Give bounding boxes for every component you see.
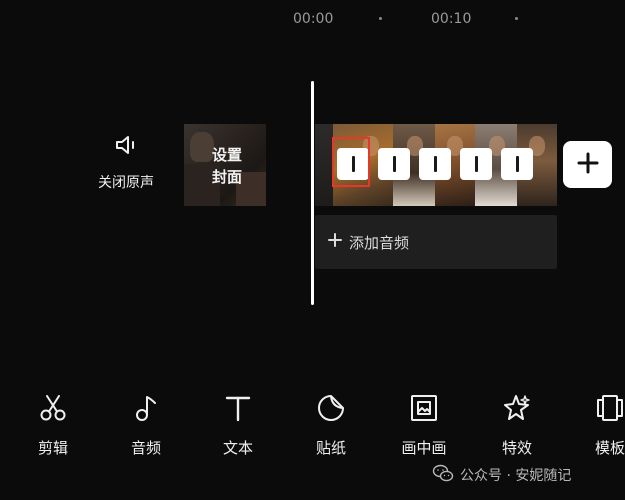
clip-split-handle[interactable] bbox=[378, 148, 410, 180]
scissors-icon bbox=[38, 393, 68, 427]
picture-in-picture-icon bbox=[409, 393, 439, 427]
tool-label: 剪辑 bbox=[37, 439, 68, 457]
clip-split-handle[interactable] bbox=[501, 148, 533, 180]
add-clip-button[interactable] bbox=[563, 141, 612, 188]
playhead[interactable] bbox=[311, 81, 314, 305]
tool-audio[interactable]: 音频 bbox=[114, 393, 178, 463]
mute-original-button[interactable]: 关闭原声 bbox=[84, 132, 168, 202]
music-note-icon bbox=[131, 393, 161, 427]
mute-original-label: 关闭原声 bbox=[98, 175, 154, 191]
tool-label: 模板 bbox=[594, 439, 625, 457]
tool-label: 音频 bbox=[130, 439, 161, 457]
text-icon bbox=[223, 393, 253, 427]
set-cover-button[interactable]: 设置 封面 bbox=[184, 124, 266, 206]
tool-label: 文本 bbox=[222, 439, 253, 457]
effects-star-icon bbox=[502, 393, 532, 427]
tool-edit[interactable]: 剪辑 bbox=[21, 393, 85, 463]
time-tick-dot bbox=[515, 17, 518, 20]
wechat-icon bbox=[432, 463, 454, 487]
tool-label: 贴纸 bbox=[315, 439, 346, 457]
set-cover-label: 设置 封面 bbox=[202, 144, 252, 188]
plus-icon bbox=[576, 151, 600, 179]
watermark-text: 公众号 · 安妮随记 bbox=[460, 468, 572, 484]
watermark: 公众号 · 安妮随记 bbox=[432, 463, 571, 487]
set-cover-label-line2: 封面 bbox=[211, 168, 242, 186]
clip-split-handle[interactable] bbox=[419, 148, 451, 180]
plus-icon bbox=[315, 232, 343, 252]
set-cover-label-line1: 设置 bbox=[211, 146, 242, 164]
tool-template[interactable]: 模板 bbox=[578, 393, 625, 463]
sticker-icon bbox=[316, 393, 346, 427]
add-audio-label: 添加音频 bbox=[349, 233, 410, 252]
bottom-toolbar: 剪辑 音频 文本 贴纸 画中画 特效 模板 bbox=[0, 393, 625, 463]
tool-text[interactable]: 文本 bbox=[206, 393, 270, 463]
clip-split-handle[interactable] bbox=[460, 148, 492, 180]
time-mark-0: 00:00 bbox=[293, 11, 334, 27]
speaker-icon bbox=[113, 132, 139, 162]
tool-label: 特效 bbox=[501, 439, 532, 457]
template-icon bbox=[595, 393, 625, 427]
highlight-box bbox=[332, 137, 370, 187]
time-mark-1: 00:10 bbox=[431, 11, 472, 27]
add-audio-button[interactable]: 添加音频 bbox=[315, 215, 557, 269]
time-tick-dot bbox=[379, 17, 382, 20]
tool-label: 画中画 bbox=[401, 439, 447, 457]
clip-frame bbox=[315, 124, 333, 206]
tool-picture-in-picture[interactable]: 画中画 bbox=[392, 393, 456, 463]
tool-effects[interactable]: 特效 bbox=[485, 393, 549, 463]
tool-sticker[interactable]: 贴纸 bbox=[299, 393, 363, 463]
